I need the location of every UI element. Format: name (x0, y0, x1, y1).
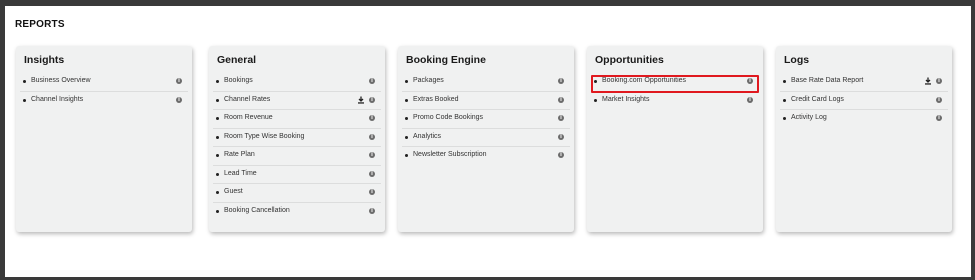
card-logs: Logs Base Rate Data Report i Credit Card… (776, 46, 952, 232)
report-item-label: Room Revenue (224, 114, 273, 121)
info-icon[interactable]: i (176, 96, 182, 103)
info-icon[interactable]: i (369, 96, 375, 103)
report-item-guest[interactable]: Guest i (213, 184, 381, 203)
download-icon[interactable] (357, 96, 365, 104)
highlight-box (591, 75, 759, 93)
report-item-promo-code-bookings[interactable]: Promo Code Bookings i (402, 110, 570, 129)
report-item-activity-log[interactable]: Activity Log i (780, 110, 948, 129)
bullet-icon (216, 209, 219, 213)
bullet-icon (783, 80, 786, 83)
info-icon[interactable]: i (936, 78, 942, 84)
report-item-label: Base Rate Data Report (791, 77, 864, 84)
info-icon[interactable]: i (369, 170, 375, 177)
bullet-icon (405, 135, 408, 139)
report-item-label: Analytics (413, 132, 442, 140)
page-title: REPORTS (15, 19, 65, 30)
report-item-label: Lead Time (224, 169, 257, 177)
report-item-label: Business Overview (31, 77, 91, 84)
report-item-label: Bookings (224, 77, 253, 84)
report-item-label: Channel Rates (224, 95, 271, 103)
report-item-packages[interactable]: Packages i (402, 73, 570, 92)
report-item-rate-plan[interactable]: Rate Plan i (213, 147, 381, 166)
report-item-label: Market Insights (602, 95, 650, 103)
report-list: Base Rate Data Report i Credit Card Logs… (780, 73, 948, 129)
report-item-booking-cancellation[interactable]: Booking Cancellation i (213, 203, 381, 222)
download-icon[interactable] (924, 77, 932, 85)
bullet-icon (23, 98, 26, 102)
card-title: General (217, 54, 257, 66)
bullet-icon (783, 98, 786, 102)
info-icon[interactable]: i (369, 189, 375, 195)
info-icon[interactable]: i (558, 133, 564, 140)
bullet-icon (405, 154, 408, 157)
bullet-icon (405, 80, 408, 83)
card-general: General Bookings i Channel Rates i Room … (209, 46, 385, 232)
report-item-channel-rates[interactable]: Channel Rates i (213, 92, 381, 110)
bullet-icon (216, 154, 219, 157)
report-item-label: Guest (224, 188, 243, 195)
info-icon[interactable]: i (747, 96, 753, 103)
bullet-icon (594, 98, 597, 102)
card-title: Logs (784, 54, 810, 66)
info-icon[interactable]: i (936, 115, 942, 121)
bullet-icon (216, 191, 219, 194)
info-icon[interactable]: i (558, 152, 564, 158)
report-item-bookings[interactable]: Bookings i (213, 73, 381, 92)
report-item-market-insights[interactable]: Market Insights i (591, 92, 759, 111)
report-item-room-type-wise-booking[interactable]: Room Type Wise Booking i (213, 129, 381, 147)
info-icon[interactable]: i (558, 115, 564, 121)
report-list: Business Overview i Channel Insights i (20, 73, 188, 110)
report-item-label: Rate Plan (224, 151, 255, 158)
bullet-icon (216, 98, 219, 102)
card-title: Insights (24, 54, 65, 66)
reports-page: REPORTS Insights Business Overview i Cha… (5, 6, 971, 277)
report-item-analytics[interactable]: Analytics i (402, 129, 570, 147)
report-list: Packages i Extras Booked i Promo Code Bo… (402, 73, 570, 166)
info-icon[interactable]: i (369, 78, 375, 84)
info-icon[interactable]: i (176, 78, 182, 84)
card-insights: Insights Business Overview i Channel Ins… (16, 46, 192, 232)
card-title: Opportunities (595, 54, 664, 66)
info-icon[interactable]: i (369, 152, 375, 158)
report-item-label: Activity Log (791, 114, 827, 121)
report-item-extras-booked[interactable]: Extras Booked i (402, 92, 570, 110)
bullet-icon (23, 80, 26, 83)
info-icon[interactable]: i (558, 96, 564, 103)
card-booking-engine: Booking Engine Packages i Extras Booked … (398, 46, 574, 232)
report-item-credit-card-logs[interactable]: Credit Card Logs i (780, 92, 948, 110)
report-item-label: Booking Cancellation (224, 206, 290, 214)
info-icon[interactable]: i (369, 207, 375, 214)
info-icon[interactable]: i (936, 96, 942, 103)
report-item-label: Extras Booked (413, 95, 459, 103)
report-item-lead-time[interactable]: Lead Time i (213, 166, 381, 184)
report-item-room-revenue[interactable]: Room Revenue i (213, 110, 381, 129)
report-item-label: Newsletter Subscription (413, 151, 487, 158)
report-item-business-overview[interactable]: Business Overview i (20, 73, 188, 92)
report-item-base-rate-data-report[interactable]: Base Rate Data Report i (780, 73, 948, 92)
card-title: Booking Engine (406, 54, 486, 66)
info-icon[interactable]: i (558, 78, 564, 84)
bullet-icon (216, 135, 219, 139)
report-item-label: Promo Code Bookings (413, 114, 484, 121)
report-item-channel-insights[interactable]: Channel Insights i (20, 92, 188, 111)
bullet-icon (216, 80, 219, 83)
bullet-icon (216, 172, 219, 176)
report-item-label: Channel Insights (31, 95, 84, 103)
report-list: Bookings i Channel Rates i Room Revenue … (213, 73, 381, 221)
bullet-icon (783, 117, 786, 120)
report-item-label: Room Type Wise Booking (224, 132, 305, 140)
bullet-icon (216, 117, 219, 120)
report-cards: Insights Business Overview i Channel Ins… (16, 46, 966, 232)
info-icon[interactable]: i (369, 133, 375, 140)
info-icon[interactable]: i (369, 115, 375, 121)
report-item-label: Credit Card Logs (791, 95, 844, 103)
bullet-icon (405, 117, 408, 120)
report-item-label: Packages (413, 77, 444, 84)
bullet-icon (405, 98, 408, 102)
card-opportunities: Opportunities Booking.com Opportunities … (587, 46, 763, 232)
report-item-newsletter-subscription[interactable]: Newsletter Subscription i (402, 147, 570, 166)
